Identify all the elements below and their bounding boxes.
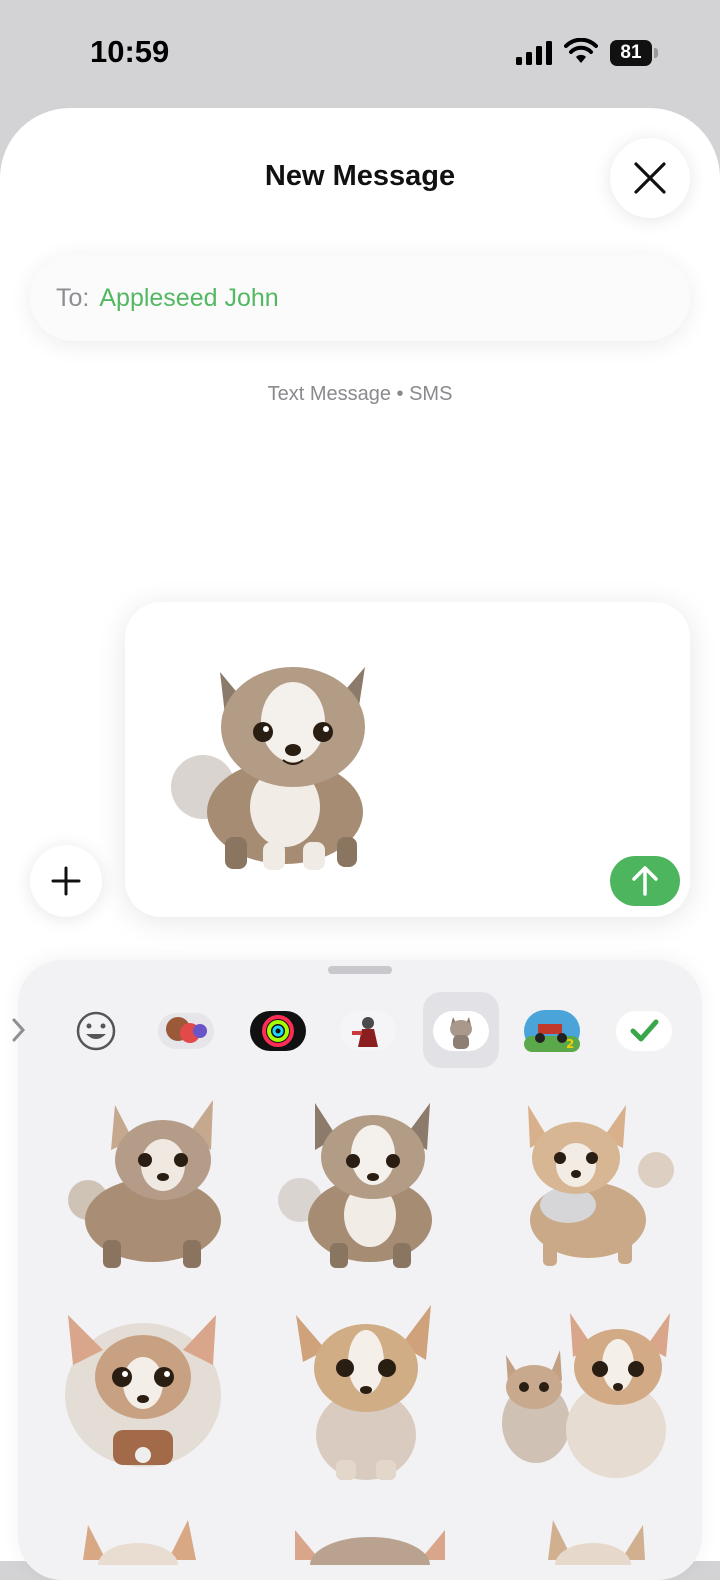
drawer-grabber[interactable] xyxy=(328,966,392,974)
message-compose-field[interactable] xyxy=(125,602,690,917)
status-time: 10:59 xyxy=(90,34,170,69)
app-strip: 2 xyxy=(12,992,702,1070)
memoji-stickers-icon[interactable] xyxy=(158,1010,214,1052)
dog-sticker-attachment[interactable] xyxy=(165,642,385,872)
game-character-app-icon[interactable] xyxy=(340,1010,396,1052)
battery-icon: 81 xyxy=(610,40,658,66)
sticker-dog-2[interactable] xyxy=(275,1095,445,1275)
battery-level: 81 xyxy=(610,40,652,66)
sticker-dog-6[interactable] xyxy=(498,1305,670,1485)
dog-sticker-pack-icon[interactable] xyxy=(433,1010,489,1052)
cellular-signal-icon xyxy=(516,41,552,65)
wifi-icon xyxy=(564,38,598,63)
sticker-dog-3[interactable] xyxy=(508,1100,678,1280)
chevron-right-icon[interactable] xyxy=(12,1018,26,1042)
sticker-dog-7[interactable] xyxy=(78,1515,248,1580)
send-button[interactable] xyxy=(610,856,680,906)
status-bar: 10:59 81 xyxy=(0,0,720,100)
recipient-field[interactable]: To: Appleseed John xyxy=(30,255,690,341)
sticker-dog-1[interactable] xyxy=(63,1095,233,1275)
service-label: Text Message • SMS xyxy=(267,383,453,405)
close-icon xyxy=(634,162,666,194)
checkmark-app-icon[interactable] xyxy=(616,1010,672,1052)
add-attachment-button[interactable] xyxy=(30,845,102,917)
svg-text:2: 2 xyxy=(566,1037,574,1051)
plus-icon xyxy=(51,866,81,896)
sticker-dog-9[interactable] xyxy=(533,1515,703,1580)
activity-rings-icon[interactable] xyxy=(250,1010,306,1052)
sticker-dog-5[interactable] xyxy=(281,1300,451,1480)
recipient-name[interactable]: Appleseed John xyxy=(99,284,278,313)
to-label: To: xyxy=(56,283,90,312)
racing-game-app-icon[interactable]: 2 xyxy=(524,1010,580,1052)
sticker-dog-8[interactable] xyxy=(290,1515,460,1580)
sticker-drawer: 2 xyxy=(12,960,703,1580)
close-button[interactable] xyxy=(610,138,690,218)
emoji-keyboard-icon[interactable] xyxy=(68,1010,124,1052)
arrow-up-icon xyxy=(632,866,658,896)
sticker-dog-4[interactable] xyxy=(58,1305,228,1485)
